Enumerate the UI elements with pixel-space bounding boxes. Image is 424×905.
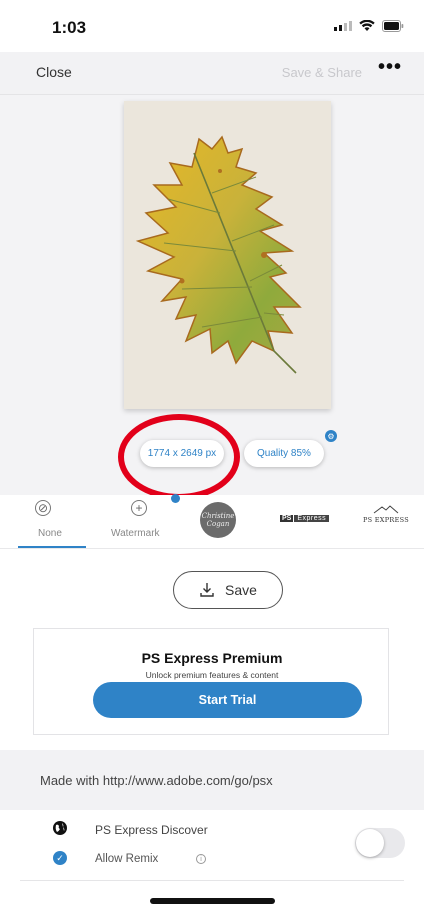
psx-mountain-label: PS EXPRESS [362,516,410,524]
premium-title: PS Express Premium [141,650,283,666]
strip-divider [0,548,424,549]
discover-label: PS Express Discover [95,823,208,837]
save-share-button[interactable]: Save & Share [282,65,362,80]
photo-preview [124,101,331,409]
selected-underline [18,546,86,548]
watermark-add[interactable]: + [131,500,147,516]
oak-leaf-image [124,101,331,409]
download-icon [200,583,214,597]
save-button[interactable]: Save [173,571,283,609]
toggle-knob [356,829,384,857]
save-label: Save [225,582,257,598]
watermark-none-label: None [38,528,62,539]
psx-box-watermark[interactable]: PS Express [280,515,330,522]
status-time: 1:03 [52,18,87,37]
premium-subtitle: Unlock premium features & content [145,670,279,680]
bottom-divider [20,880,404,881]
annotation-circle [118,414,240,500]
checkmark-icon[interactable]: ✓ [53,851,67,865]
express-logo-mark: Express [294,515,330,522]
home-indicator [150,898,275,904]
plus-circle-icon: + [131,500,147,516]
status-icons [334,20,404,32]
watermark-notification-dot [171,494,180,503]
ps-logo-mark: PS [280,515,294,522]
signal-icon [334,21,352,31]
start-trial-button[interactable]: Start Trial [93,682,362,718]
watermark-add-label: Watermark [111,528,160,539]
quality-pill[interactable]: Quality 85% [244,440,324,467]
made-with-text: Made with http://www.adobe.com/go/psx [40,773,273,788]
mountain-icon [373,505,399,514]
badge-watermark[interactable]: Christine Cogan [200,502,236,538]
psx-mountain-watermark[interactable]: PS EXPRESS [358,505,414,524]
globe-icon [53,821,67,835]
info-icon[interactable]: i [196,854,206,864]
watermark-none[interactable]: ⊘ [33,500,51,516]
battery-icon [382,20,404,32]
no-watermark-icon: ⊘ [35,500,51,516]
badge-watermark-text: Christine Cogan [201,512,235,528]
close-button[interactable]: Close [36,64,72,80]
quality-settings-icon[interactable]: ⚙ [325,430,337,442]
allow-remix-label: Allow Remix [95,853,159,865]
more-options-icon[interactable]: ••• [378,56,402,79]
wifi-icon [359,20,375,31]
top-navbar: Close Save & Share ••• [0,52,424,95]
